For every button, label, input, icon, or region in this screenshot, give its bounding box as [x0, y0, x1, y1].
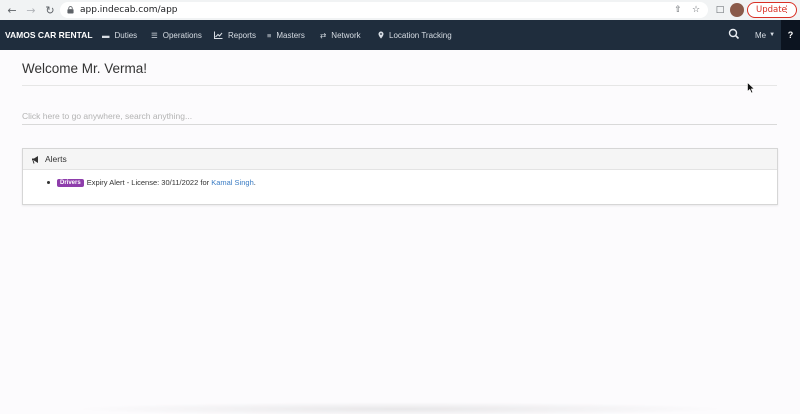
- alert-suffix: .: [253, 178, 256, 187]
- shuffle-icon: ⇄: [320, 30, 327, 40]
- driver-link[interactable]: Kamal Singh: [211, 178, 254, 187]
- mouse-cursor-icon: [747, 82, 755, 94]
- list-item: Drivers Expiry Alert - License: 30/11/20…: [47, 178, 256, 187]
- forward-icon[interactable]: →: [24, 3, 38, 17]
- me-dropdown[interactable]: Me ▼: [755, 20, 775, 50]
- brand-logo[interactable]: VAMOS CAR RENTAL: [5, 30, 93, 40]
- alerts-panel: Alerts Drivers Expiry Alert - License: 3…: [22, 148, 778, 205]
- status-badge: Drivers: [57, 178, 84, 187]
- nav-item-label: Duties: [114, 30, 138, 40]
- page-title: Welcome Mr. Verma!: [22, 61, 148, 76]
- nav-item-network[interactable]: ⇄ Network: [320, 20, 361, 50]
- bullet: [47, 181, 50, 184]
- global-search-input[interactable]: [22, 107, 777, 125]
- back-icon[interactable]: ←: [5, 3, 19, 17]
- nav-item-location-tracking[interactable]: Location Tracking: [378, 20, 452, 50]
- chevron-down-icon: ▼: [769, 32, 776, 38]
- minus-icon: ▬: [102, 30, 110, 40]
- alert-text: Expiry Alert - License: 30/11/2022 for: [86, 178, 210, 187]
- nav-item-label: Operations: [162, 30, 202, 40]
- address-bar[interactable]: app.indecab.com/app ⇧ ☆: [60, 2, 708, 18]
- divider: [22, 85, 777, 86]
- update-button[interactable]: Update ⋮: [747, 2, 797, 18]
- url-text: app.indecab.com/app: [80, 5, 178, 15]
- nav-item-masters[interactable]: ≡ Masters: [267, 20, 305, 50]
- nav-item-label: Location Tracking: [389, 30, 452, 40]
- nav-item-reports[interactable]: Reports: [214, 20, 256, 50]
- nav-item-label: Masters: [276, 30, 305, 40]
- more-icon[interactable]: ⋮: [782, 5, 791, 15]
- stack-icon: ≡: [267, 30, 272, 40]
- page-shadow: [70, 402, 730, 414]
- alerts-header: Alerts: [23, 149, 777, 170]
- avatar[interactable]: [730, 3, 744, 17]
- list-icon: ☰: [151, 30, 158, 40]
- browser-toolbar: ← → ↻ app.indecab.com/app ⇧ ☆ □ Update ⋮: [0, 0, 800, 20]
- line-chart-icon: [214, 31, 223, 39]
- sidebar-icon[interactable]: □: [714, 4, 726, 16]
- lock-icon: [67, 6, 74, 14]
- me-label: Me: [755, 30, 767, 40]
- nav-item-duties[interactable]: ▬ Duties: [102, 20, 137, 50]
- nav-item-label: Reports: [228, 30, 257, 40]
- reload-icon[interactable]: ↻: [43, 3, 57, 17]
- share-icon[interactable]: ⇧: [672, 4, 684, 16]
- top-navbar: VAMOS CAR RENTAL ▬ Duties ☰ Operations R…: [0, 20, 800, 50]
- bullhorn-icon: [32, 155, 38, 164]
- map-pin-icon: [378, 31, 384, 39]
- alerts-title: Alerts: [45, 154, 67, 164]
- help-button[interactable]: ?: [781, 20, 800, 50]
- nav-item-operations[interactable]: ☰ Operations: [151, 20, 202, 50]
- star-icon[interactable]: ☆: [690, 4, 702, 16]
- nav-item-label: Network: [331, 30, 361, 40]
- search-icon[interactable]: [728, 28, 740, 40]
